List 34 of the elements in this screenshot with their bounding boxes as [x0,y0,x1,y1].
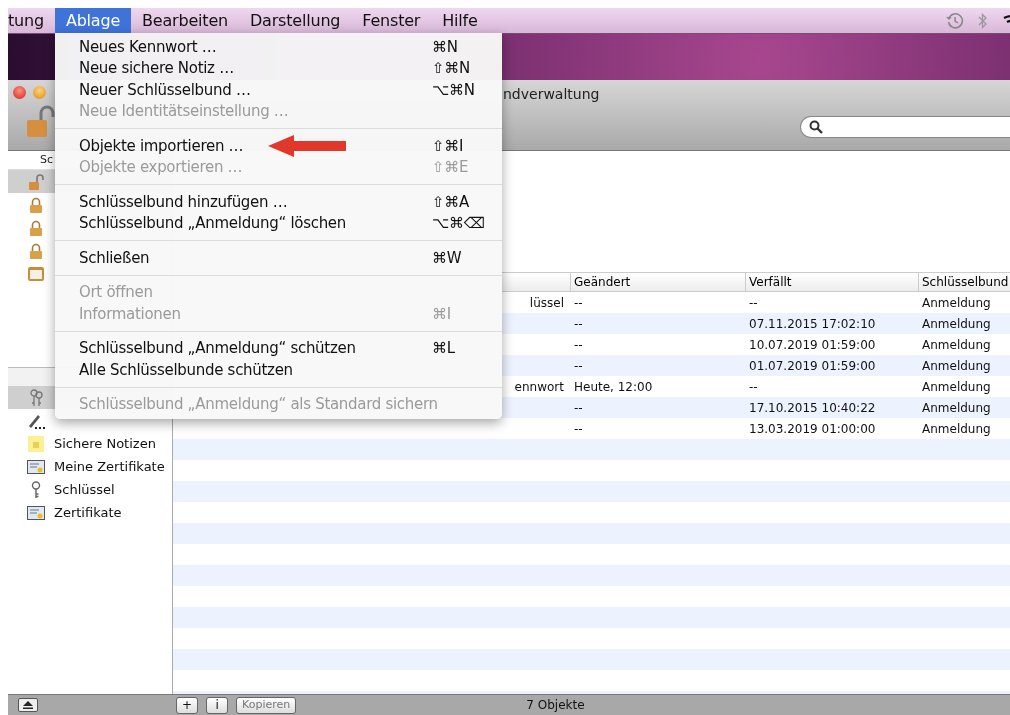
table-cell: Anmeldung [922,316,991,331]
shortcut-label: ⌥⌘⌫ [432,214,486,233]
shortcut-label: ⌘N [432,37,459,56]
table-cell: lüssel [529,295,564,310]
table-cell: Anmeldung [922,337,991,352]
table-cell: 10.07.2019 01:59:00 [749,337,876,352]
shortcut-label: ⌘W [432,248,463,267]
window-title: ndverwaltung [503,86,600,102]
table-cell: -- [749,379,758,394]
table-cell: Anmeldung [922,379,991,394]
table-cell: Anmeldung [922,295,991,310]
shortcut-label: ⇧⌘N [432,59,471,78]
table-cell: -- [574,421,583,436]
table-cell: 07.11.2015 17:02:10 [749,316,876,331]
table-cell: 13.03.2019 01:00:00 [749,421,876,436]
table-cell: 01.07.2019 01:59:00 [749,358,876,373]
table-cell: -- [749,295,758,310]
table-cell: 17.10.2015 10:40:22 [749,400,876,415]
table-cell: -- [574,358,583,373]
shortcut-label: ⌥⌘N [432,80,476,99]
table-cell: -- [574,316,583,331]
shortcut-label: ⌘L [432,339,456,358]
table-cell: -- [574,400,583,415]
table-cell: -- [574,295,583,310]
table-cell: Heute, 12:00 [574,379,653,394]
table-cell: ennwort [514,379,564,394]
table-cell: Anmeldung [922,421,991,436]
table-cell: -- [574,337,583,352]
table-cell: Anmeldung [922,400,991,415]
item-count: 7 Objekte [526,698,585,712]
shortcut-label: ⇧⌘A [432,192,470,211]
table-cell: Anmeldung [922,358,991,373]
shortcut-label: ⇧⌘E [432,158,470,177]
shortcut-label: ⇧⌘I [432,136,465,155]
